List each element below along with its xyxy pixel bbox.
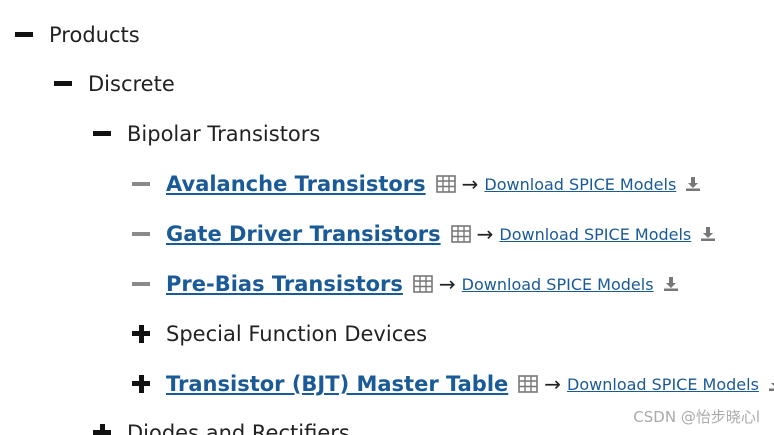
tree-node-pre-bias-transistors: Pre-Bias Transistors → Download SPICE Mo… <box>129 264 679 304</box>
tree-node-products: Products <box>12 15 140 55</box>
pre-bias-transistors-link[interactable]: Pre-Bias Transistors <box>166 272 403 296</box>
tree-label-diodes-and-rectifiers[interactable]: Diodes and Rectifiers <box>127 421 350 435</box>
tree-label-bipolar-transistors[interactable]: Bipolar Transistors <box>127 122 320 146</box>
tree-label-products[interactable]: Products <box>49 23 140 47</box>
gate-driver-transistors-link[interactable]: Gate Driver Transistors <box>166 222 441 246</box>
transistor-bjt-master-table-link[interactable]: Transistor (BJT) Master Table <box>166 372 508 396</box>
tree-node-gate-driver-transistors: Gate Driver Transistors → Download SPICE… <box>129 214 716 254</box>
arrow-icon: → <box>544 372 562 396</box>
download-icon[interactable] <box>768 376 774 392</box>
download-spice-models-link[interactable]: Download SPICE Models <box>499 225 691 244</box>
tree-label-special-function-devices[interactable]: Special Function Devices <box>166 322 427 346</box>
expand-toggle[interactable] <box>90 421 116 435</box>
tree-node-diodes-and-rectifiers: Diodes and Rectifiers <box>90 413 350 435</box>
expand-toggle[interactable] <box>129 322 155 346</box>
download-spice-models-link[interactable]: Download SPICE Models <box>567 375 759 394</box>
download-spice-models-link[interactable]: Download SPICE Models <box>484 175 676 194</box>
arrow-icon: → <box>476 222 494 246</box>
watermark: CSDN @怡步晓心l <box>633 408 760 426</box>
table-icon[interactable] <box>413 275 433 293</box>
download-spice-models-link[interactable]: Download SPICE Models <box>462 275 654 294</box>
download-icon[interactable] <box>685 176 701 192</box>
leaf-marker <box>129 272 155 296</box>
tree-node-special-function-devices: Special Function Devices <box>129 314 427 354</box>
download-icon[interactable] <box>700 226 716 242</box>
table-icon[interactable] <box>518 375 539 393</box>
collapse-toggle[interactable] <box>90 122 116 146</box>
download-icon[interactable] <box>663 276 679 292</box>
table-icon[interactable] <box>450 225 471 243</box>
leaf-marker <box>129 222 155 246</box>
avalanche-transistors-link[interactable]: Avalanche Transistors <box>166 172 426 196</box>
tree-node-transistor-master-table: Transistor (BJT) Master Table → Download… <box>129 364 774 404</box>
collapse-toggle[interactable] <box>12 23 38 47</box>
tree-node-avalanche-transistors: Avalanche Transistors → Download SPICE M… <box>129 164 701 204</box>
collapse-toggle[interactable] <box>51 72 77 96</box>
arrow-icon: → <box>438 272 456 296</box>
tree-node-bipolar-transistors: Bipolar Transistors <box>90 114 320 154</box>
arrow-icon: → <box>461 172 479 196</box>
expand-toggle[interactable] <box>129 372 155 396</box>
table-icon[interactable] <box>435 175 456 193</box>
tree-node-discrete: Discrete <box>51 64 175 104</box>
tree-label-discrete[interactable]: Discrete <box>88 72 175 96</box>
leaf-marker <box>129 172 155 196</box>
